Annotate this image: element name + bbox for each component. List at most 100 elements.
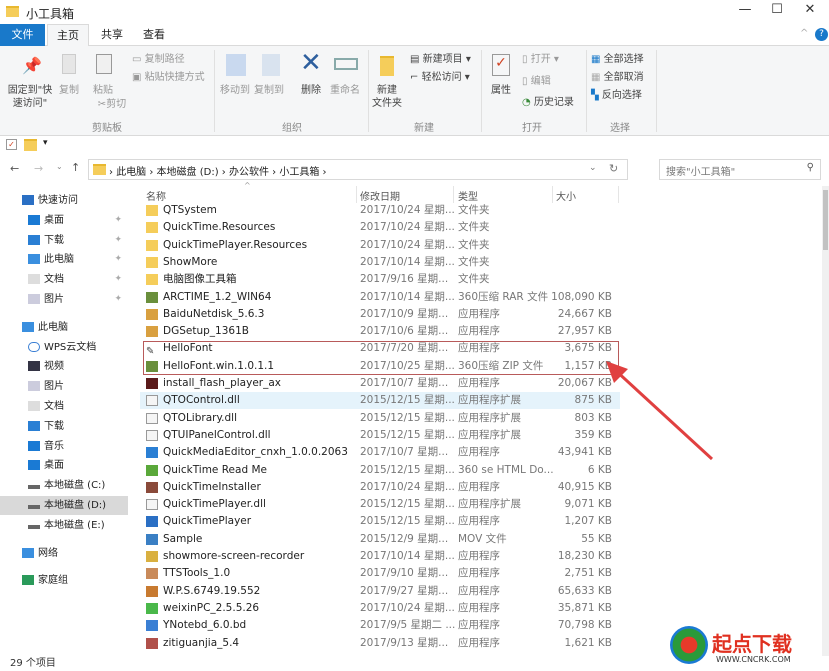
breadcrumb-separator[interactable]: › xyxy=(319,167,327,178)
pin-icon[interactable]: ✦ xyxy=(114,290,122,309)
address-bar[interactable]: › 此电脑 › 本地磁盘 (D:) › 办公软件 › 小工具箱 › ⌄ ↻ xyxy=(88,159,628,180)
breadcrumb-item[interactable]: 本地磁盘 (D:) xyxy=(157,167,219,178)
paste-button[interactable]: 粘贴 xyxy=(88,84,118,97)
sidebar-item[interactable]: 桌面 ✦ xyxy=(0,211,128,230)
file-row[interactable]: QuickTime Read Me 2015/12/15 星期... 360 s… xyxy=(140,462,620,479)
pin-icon[interactable]: ✦ xyxy=(114,250,122,269)
collapse-ribbon-icon[interactable]: ^ xyxy=(800,28,808,39)
breadcrumb-separator[interactable]: › xyxy=(146,167,156,178)
sidebar-item[interactable]: 文档 ✦ xyxy=(0,270,128,289)
file-row[interactable]: QTUIPanelControl.dll 2015/12/15 星期... 应用… xyxy=(140,427,620,444)
scrollbar[interactable] xyxy=(822,186,829,656)
sidebar-item[interactable]: 快速访问 xyxy=(0,191,128,210)
divider[interactable] xyxy=(618,186,619,203)
sidebar-item[interactable]: 图片 ✦ xyxy=(0,290,128,309)
file-row[interactable]: Sample 2015/12/9 星期... MOV 文件 55 KB xyxy=(140,531,620,548)
sidebar-item[interactable]: 网络 xyxy=(0,544,128,563)
sidebar-item[interactable]: 图片 xyxy=(0,377,128,396)
address-dropdown-icon[interactable]: ⌄ xyxy=(589,163,597,173)
new-folder-button[interactable]: 新建 文件夹 xyxy=(370,84,404,110)
file-row[interactable]: QuickTimeInstaller 2017/10/24 星期... 应用程序… xyxy=(140,479,620,496)
edit-button[interactable]: ▯ 编辑 xyxy=(522,75,551,88)
sidebar-item[interactable]: 此电脑 xyxy=(0,318,128,337)
move-to-button[interactable]: 移动到 xyxy=(218,84,252,97)
file-row[interactable]: YNotebd_6.0.bd 2017/9/5 星期二 ... 应用程序 70,… xyxy=(140,617,620,634)
back-icon[interactable]: ← xyxy=(10,162,19,175)
column-date[interactable]: 修改日期 xyxy=(360,188,400,203)
copy-button[interactable]: 复制 xyxy=(56,84,82,97)
sidebar-item[interactable]: 音乐 xyxy=(0,437,128,456)
sidebar-item[interactable]: 视频 xyxy=(0,357,128,376)
rename-button[interactable]: 重命名 xyxy=(328,84,362,97)
sidebar-item[interactable]: 文档 xyxy=(0,397,128,416)
sidebar-item[interactable]: 本地磁盘 (E:) xyxy=(0,516,128,535)
forward-icon[interactable]: → xyxy=(34,162,43,175)
divider[interactable] xyxy=(552,186,553,203)
minimize-button[interactable]: — xyxy=(730,2,760,22)
paste-shortcut-button[interactable]: ▣ 粘贴快捷方式 xyxy=(132,71,205,84)
pin-icon[interactable]: ✦ xyxy=(114,231,122,250)
pin-quick-access-button[interactable]: 固定到"快 速访问" xyxy=(4,84,56,110)
sidebar-item[interactable]: 此电脑 ✦ xyxy=(0,250,128,269)
sidebar-item[interactable]: 下载 ✦ xyxy=(0,231,128,250)
file-row[interactable]: W.P.S.6749.19.552 2017/9/27 星期... 应用程序 6… xyxy=(140,583,620,600)
file-row[interactable]: install_flash_player_ax 2017/10/7 星期... … xyxy=(140,375,620,392)
breadcrumb-item[interactable]: 办公软件 xyxy=(229,167,269,178)
sidebar-item[interactable]: 家庭组 xyxy=(0,571,128,590)
easy-access-button[interactable]: ⌐ 轻松访问 ▾ xyxy=(410,71,470,84)
file-row[interactable]: QuickMediaEditor_cnxh_1.0.0.2063 2017/10… xyxy=(140,444,620,461)
file-row[interactable]: TTSTools_1.0 2017/9/10 星期... 应用程序 2,751 … xyxy=(140,565,620,582)
breadcrumb-item[interactable]: 此电脑 xyxy=(116,167,146,178)
column-name[interactable]: 名称 xyxy=(146,188,166,203)
new-folder-icon[interactable] xyxy=(24,139,37,151)
select-none-button[interactable]: ▦ 全部取消 xyxy=(591,71,644,84)
sidebar-item[interactable]: 本地磁盘 (C:) xyxy=(0,476,128,495)
sidebar-item[interactable]: 下载 xyxy=(0,417,128,436)
open-button[interactable]: ▯ 打开 ▾ xyxy=(522,53,559,66)
properties-button[interactable]: 属性 xyxy=(486,84,516,97)
file-row[interactable]: QuickTimePlayer 2015/12/15 星期... 应用程序 1,… xyxy=(140,513,620,530)
new-item-button[interactable]: ▤ 新建项目 ▾ xyxy=(410,53,471,66)
pin-icon[interactable]: ✦ xyxy=(114,270,122,289)
invert-selection-button[interactable]: ▚ 反向选择 xyxy=(591,89,642,102)
help-icon[interactable]: ? xyxy=(815,28,828,41)
file-row[interactable]: zitiguanjia_5.4 2017/9/13 星期... 应用程序 1,6… xyxy=(140,635,620,652)
breadcrumb-separator[interactable]: › xyxy=(219,167,229,178)
up-icon[interactable]: ↑ xyxy=(71,161,80,174)
properties-icon[interactable]: ✓ xyxy=(6,139,17,150)
tab-view[interactable]: 查看 xyxy=(134,24,174,46)
file-row[interactable]: QuickTimePlayer.Resources 2017/10/24 星期.… xyxy=(140,237,620,254)
sidebar-item[interactable]: 本地磁盘 (D:) xyxy=(0,496,128,515)
copy-path-button[interactable]: ▭ 复制路径 xyxy=(132,53,185,66)
tab-home[interactable]: 主页 xyxy=(47,24,89,47)
tab-share[interactable]: 共享 xyxy=(92,24,132,46)
breadcrumb-separator[interactable]: › xyxy=(269,167,279,178)
refresh-icon[interactable]: ↻ xyxy=(609,162,618,175)
file-row[interactable]: ARCTIME_1.2_WIN64 2017/10/14 星期... 360压缩… xyxy=(140,289,620,306)
delete-button[interactable]: 删除 xyxy=(296,84,326,97)
history-button[interactable]: ◔ 历史记录 xyxy=(522,96,574,109)
file-row[interactable]: QTSystem 2017/10/24 星期... 文件夹 xyxy=(140,202,620,219)
cut-button[interactable]: ✂剪切 xyxy=(94,98,130,111)
select-all-button[interactable]: ▦ 全部选择 xyxy=(591,53,644,66)
sidebar-item[interactable]: WPS云文档 xyxy=(0,338,128,357)
file-row[interactable]: QuickTime.Resources 2017/10/24 星期... 文件夹 xyxy=(140,219,620,236)
column-type[interactable]: 类型 xyxy=(458,188,478,203)
scrollbar-thumb[interactable] xyxy=(823,190,828,250)
divider[interactable] xyxy=(453,186,454,203)
file-row[interactable]: QTOLibrary.dll 2015/12/15 星期... 应用程序扩展 8… xyxy=(140,410,620,427)
maximize-button[interactable]: ☐ xyxy=(762,2,792,22)
sidebar-item[interactable]: 桌面 xyxy=(0,456,128,475)
file-row[interactable]: DGSetup_1361B 2017/10/6 星期... 应用程序 27,95… xyxy=(140,323,620,340)
pin-icon[interactable]: ✦ xyxy=(114,211,122,230)
close-button[interactable]: ✕ xyxy=(795,2,825,22)
column-size[interactable]: 大小 xyxy=(556,188,576,203)
recent-dropdown-icon[interactable]: ⌄ xyxy=(56,162,63,171)
divider[interactable] xyxy=(356,186,357,203)
file-row[interactable]: QTOControl.dll 2015/12/15 星期... 应用程序扩展 8… xyxy=(140,392,620,410)
file-row[interactable]: BaiduNetdisk_5.6.3 2017/10/9 星期... 应用程序 … xyxy=(140,306,620,323)
file-row[interactable]: showmore-screen-recorder 2017/10/14 星期..… xyxy=(140,548,620,565)
breadcrumb-item[interactable]: 小工具箱 xyxy=(279,167,319,178)
customize-dropdown-icon[interactable]: ▾ xyxy=(43,138,48,148)
tab-file[interactable]: 文件 xyxy=(0,24,45,46)
